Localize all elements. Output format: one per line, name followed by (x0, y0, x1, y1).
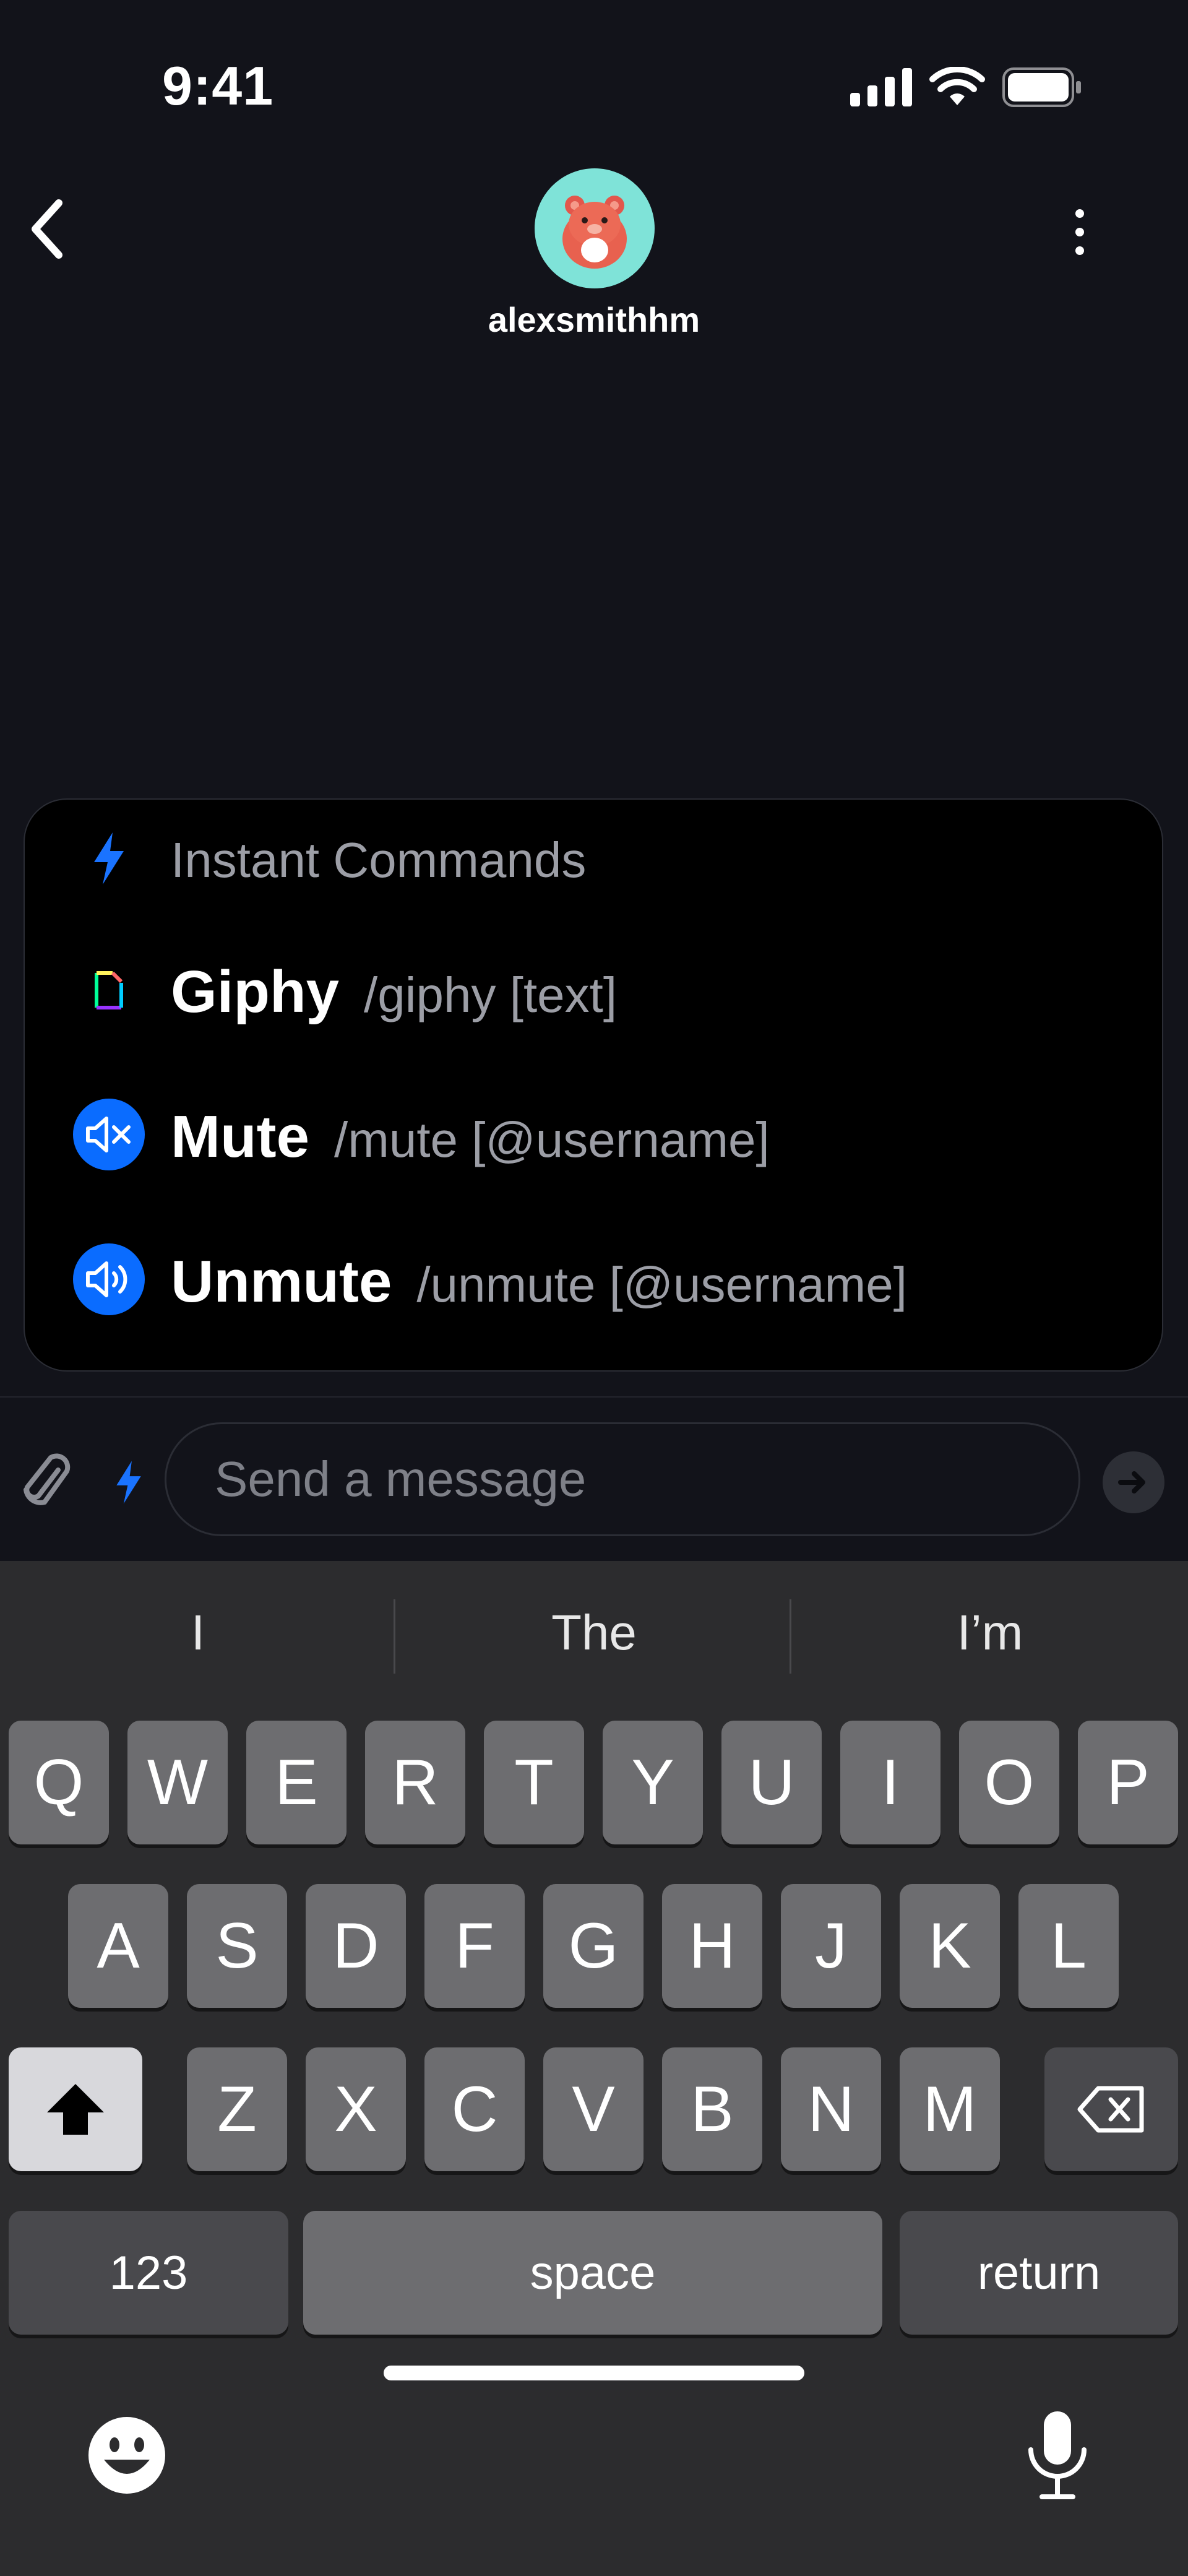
key-m[interactable]: M (900, 2047, 1000, 2171)
backspace-icon (1077, 2086, 1144, 2133)
key-c[interactable]: C (424, 2047, 525, 2171)
key-k[interactable]: K (900, 1884, 1000, 2008)
key-p[interactable]: P (1078, 1721, 1178, 1844)
key-n[interactable]: N (781, 2047, 881, 2171)
suggestion-separator (790, 1599, 791, 1674)
key-e[interactable]: E (246, 1721, 346, 1844)
key-l[interactable]: L (1018, 1884, 1119, 2008)
message-input[interactable] (165, 1422, 1080, 1536)
key-x[interactable]: X (306, 2047, 406, 2171)
suggestion-separator (394, 1599, 395, 1674)
suggestion-1[interactable]: I (0, 1604, 396, 1661)
commands-button[interactable] (104, 1451, 153, 1513)
chat-username[interactable]: alexsmithhm (433, 300, 755, 340)
suggestion-3[interactable]: I’m (792, 1604, 1188, 1661)
key-q[interactable]: Q (9, 1721, 109, 1844)
key-j[interactable]: J (781, 1884, 881, 2008)
key-t[interactable]: T (484, 1721, 584, 1844)
shift-key[interactable] (9, 2047, 142, 2171)
key-w[interactable]: W (127, 1721, 228, 1844)
space-key[interactable]: space (303, 2211, 882, 2335)
status-icons (850, 66, 1083, 111)
commands-header: Instant Commands (25, 800, 1162, 917)
numbers-key[interactable]: 123 (9, 2211, 288, 2335)
composer-divider (0, 1396, 1188, 1398)
command-args: /unmute [@username] (416, 1257, 908, 1312)
key-g[interactable]: G (543, 1884, 644, 2008)
key-i[interactable]: I (840, 1721, 940, 1844)
command-args: /mute [@username] (334, 1112, 770, 1167)
keyboard: I The I’m Q W E R T Y U I O P A S D F G … (0, 1561, 1188, 2576)
more-options-button[interactable] (1058, 198, 1101, 266)
lightning-icon (73, 823, 145, 894)
key-a[interactable]: A (68, 1884, 168, 2008)
key-y[interactable]: Y (603, 1721, 703, 1844)
attach-button[interactable] (16, 1448, 78, 1516)
command-name: Unmute (171, 1248, 392, 1315)
command-item-giphy[interactable]: Giphy /giphy [text] (25, 917, 1162, 1062)
command-name: Giphy (171, 959, 340, 1025)
back-button[interactable] (19, 192, 74, 266)
return-key[interactable]: return (900, 2211, 1178, 2335)
wifi-icon (929, 66, 985, 111)
home-indicator[interactable] (384, 2366, 804, 2380)
bear-avatar-icon (562, 196, 627, 269)
key-r[interactable]: R (365, 1721, 465, 1844)
key-f[interactable]: F (424, 1884, 525, 2008)
key-h[interactable]: H (662, 1884, 762, 2008)
command-name: Mute (171, 1104, 309, 1170)
send-button[interactable] (1103, 1451, 1164, 1513)
key-u[interactable]: U (721, 1721, 822, 1844)
command-item-unmute[interactable]: Unmute /unmute [@username] (25, 1207, 1162, 1352)
avatar[interactable] (535, 168, 655, 288)
giphy-icon (73, 954, 145, 1026)
command-item-mute[interactable]: Mute /mute [@username] (25, 1062, 1162, 1207)
key-b[interactable]: B (662, 2047, 762, 2171)
arrow-right-icon (1118, 1471, 1145, 1493)
key-o[interactable]: O (959, 1721, 1059, 1844)
chevron-left-icon (32, 199, 62, 259)
emoji-icon (88, 2417, 165, 2494)
emoji-button[interactable] (87, 2415, 167, 2496)
key-d[interactable]: D (306, 1884, 406, 2008)
key-s[interactable]: S (187, 1884, 287, 2008)
instant-commands-panel: Instant Commands Giphy /giphy [text] Mut… (24, 798, 1163, 1372)
commands-title: Instant Commands (171, 832, 587, 888)
suggestion-2[interactable]: The (396, 1604, 792, 1661)
command-args: /giphy [text] (364, 967, 618, 1022)
cellular-signal-icon (850, 68, 912, 110)
key-z[interactable]: Z (187, 2047, 287, 2171)
more-vertical-icon (1075, 209, 1084, 255)
paperclip-icon (24, 1453, 71, 1505)
status-time: 9:41 (162, 55, 274, 116)
delete-key[interactable] (1044, 2047, 1178, 2171)
microphone-icon (1028, 2411, 1087, 2499)
dictation-button[interactable] (1023, 2409, 1091, 2502)
shift-arrow-icon (47, 2084, 104, 2135)
mute-icon (73, 1099, 145, 1170)
key-v[interactable]: V (543, 2047, 644, 2171)
battery-icon (1002, 67, 1083, 110)
unmute-icon (73, 1243, 145, 1315)
lightning-icon (116, 1461, 141, 1504)
